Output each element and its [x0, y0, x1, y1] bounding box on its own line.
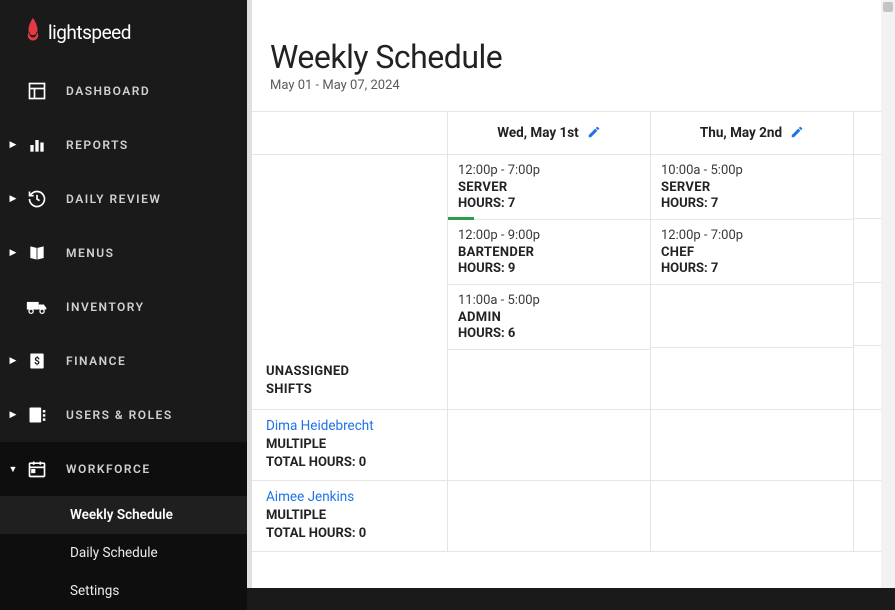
- shift-hours: HOURS: 9: [458, 261, 640, 276]
- employee-row-header: Dima Heidebrecht MULTIPLE TOTAL HOURS: 0: [252, 410, 447, 481]
- bar-chart-icon: [26, 134, 48, 156]
- nav-item-reports[interactable]: ▶ REPORTS: [0, 118, 247, 172]
- employee-total-hours: TOTAL HOURS: 0: [266, 526, 433, 541]
- empty-shift-cell[interactable]: [650, 348, 853, 411]
- shift-time: 10:00a - 5:00p: [661, 163, 843, 178]
- caret-right-icon: ▶: [8, 140, 18, 150]
- calendar-icon: [26, 458, 48, 480]
- shift-role: BARTENDER: [458, 245, 640, 260]
- caret-right-icon: ▶: [8, 248, 18, 258]
- schedule-grid: Wed, May 1st Thu, May 2nd UNASSI: [252, 111, 895, 552]
- employee-type: MULTIPLE: [266, 437, 433, 452]
- shift-role: ADMIN: [458, 310, 640, 325]
- nav-item-finance[interactable]: ▶ $ FINANCE: [0, 334, 247, 388]
- shift-card[interactable]: 12:00p - 7:00p CHEF HOURS: 7: [650, 220, 853, 285]
- employee-type: MULTIPLE: [266, 508, 433, 523]
- unassigned-col-thu: 10:00a - 5:00p SERVER HOURS: 7 12:00p - …: [650, 155, 853, 410]
- nav-item-workforce[interactable]: ▼ WORKFORCE: [0, 442, 247, 496]
- svg-text:$: $: [34, 354, 40, 367]
- caret-down-icon: ▼: [8, 464, 18, 475]
- shift-role: SERVER: [458, 180, 640, 195]
- caret-right-icon: ▶: [8, 194, 18, 204]
- subnav-settings[interactable]: Settings: [0, 572, 247, 610]
- edit-icon[interactable]: [790, 124, 804, 143]
- employee-shift-cell[interactable]: [650, 481, 853, 552]
- page-subtitle: May 01 - May 07, 2024: [270, 78, 895, 93]
- page-title: Weekly Schedule: [270, 38, 895, 76]
- shift-role: CHEF: [661, 245, 843, 260]
- subnav-daily-schedule[interactable]: Daily Schedule: [0, 534, 247, 572]
- nav-item-dashboard[interactable]: DASHBOARD: [0, 64, 247, 118]
- day-label: Wed, May 1st: [497, 125, 579, 141]
- nav-item-inventory[interactable]: INVENTORY: [0, 280, 247, 334]
- subnav-weekly-schedule[interactable]: Weekly Schedule: [0, 496, 247, 534]
- nav-label: INVENTORY: [66, 300, 145, 314]
- shift-hours: HOURS: 6: [458, 326, 640, 341]
- caret-right-icon: ▶: [8, 356, 18, 366]
- day-header-wed[interactable]: Wed, May 1st: [447, 111, 650, 155]
- truck-icon: [26, 296, 48, 318]
- employee-shift-cell[interactable]: [447, 410, 650, 481]
- sidebar: lightspeed DASHBOARD ▶ REPORTS ▶ DAILY R…: [0, 0, 247, 588]
- employee-name-link[interactable]: Dima Heidebrecht: [266, 418, 433, 434]
- nav-label: WORKFORCE: [66, 462, 151, 476]
- nav: DASHBOARD ▶ REPORTS ▶ DAILY REVIEW ▶ MEN…: [0, 58, 247, 610]
- shift-role: SERVER: [661, 180, 843, 195]
- employee-name-link[interactable]: Aimee Jenkins: [266, 489, 433, 505]
- empty-shift-cell[interactable]: [447, 350, 650, 410]
- shift-card[interactable]: 12:00p - 7:00p SERVER HOURS: 7: [447, 155, 650, 220]
- shift-hours: HOURS: 7: [661, 196, 843, 211]
- unassigned-label-2: SHIFTS: [266, 381, 433, 399]
- employee-shift-cell[interactable]: [447, 481, 650, 552]
- nav-item-menus[interactable]: ▶ MENUS: [0, 226, 247, 280]
- book-icon: [26, 242, 48, 264]
- employee-row-header: Aimee Jenkins MULTIPLE TOTAL HOURS: 0: [252, 481, 447, 552]
- employee-total-hours: TOTAL HOURS: 0: [266, 455, 433, 470]
- header-spacer: [252, 111, 447, 155]
- day-label: Thu, May 2nd: [700, 125, 782, 141]
- unassigned-col-wed: 12:00p - 7:00p SERVER HOURS: 7 12:00p - …: [447, 155, 650, 410]
- shift-hours: HOURS: 7: [661, 261, 843, 276]
- nav-label: DAILY REVIEW: [66, 192, 161, 206]
- shift-hours: HOURS: 7: [458, 196, 640, 211]
- edit-icon[interactable]: [587, 124, 601, 143]
- shift-card[interactable]: 12:00p - 9:00p BARTENDER HOURS: 9: [447, 220, 650, 285]
- flame-icon: [24, 18, 42, 46]
- scrollbar[interactable]: [881, 0, 895, 588]
- unassigned-label-1: UNASSIGNED: [266, 363, 433, 381]
- nav-item-daily-review[interactable]: ▶ DAILY REVIEW: [0, 172, 247, 226]
- empty-shift-cell[interactable]: [650, 285, 853, 348]
- users-icon: [26, 404, 48, 426]
- day-header-thu[interactable]: Thu, May 2nd: [650, 111, 853, 155]
- caret-right-icon: ▶: [8, 410, 18, 420]
- shift-card[interactable]: 10:00a - 5:00p SERVER HOURS: 7: [650, 155, 853, 220]
- logo[interactable]: lightspeed: [0, 0, 247, 58]
- nav-label: FINANCE: [66, 354, 126, 368]
- history-icon: [26, 188, 48, 210]
- main-content: Weekly Schedule May 01 - May 07, 2024 We…: [247, 0, 895, 588]
- nav-label: MENUS: [66, 246, 114, 260]
- shift-time: 11:00a - 5:00p: [458, 293, 640, 308]
- subnav-workforce: Weekly Schedule Daily Schedule Settings: [0, 496, 247, 610]
- nav-item-users-roles[interactable]: ▶ USERS & ROLES: [0, 388, 247, 442]
- logo-text: lightspeed: [48, 21, 131, 44]
- money-icon: $: [26, 350, 48, 372]
- employee-shift-cell[interactable]: [650, 410, 853, 481]
- nav-label: USERS & ROLES: [66, 408, 173, 422]
- shift-time: 12:00p - 7:00p: [458, 163, 640, 178]
- nav-label: REPORTS: [66, 138, 129, 152]
- unassigned-row-header: UNASSIGNED SHIFTS: [252, 155, 447, 410]
- shift-time: 12:00p - 7:00p: [661, 228, 843, 243]
- nav-label: DASHBOARD: [66, 84, 150, 98]
- shift-card[interactable]: 11:00a - 5:00p ADMIN HOURS: 6: [447, 285, 650, 350]
- shift-time: 12:00p - 9:00p: [458, 228, 640, 243]
- dashboard-icon: [26, 80, 48, 102]
